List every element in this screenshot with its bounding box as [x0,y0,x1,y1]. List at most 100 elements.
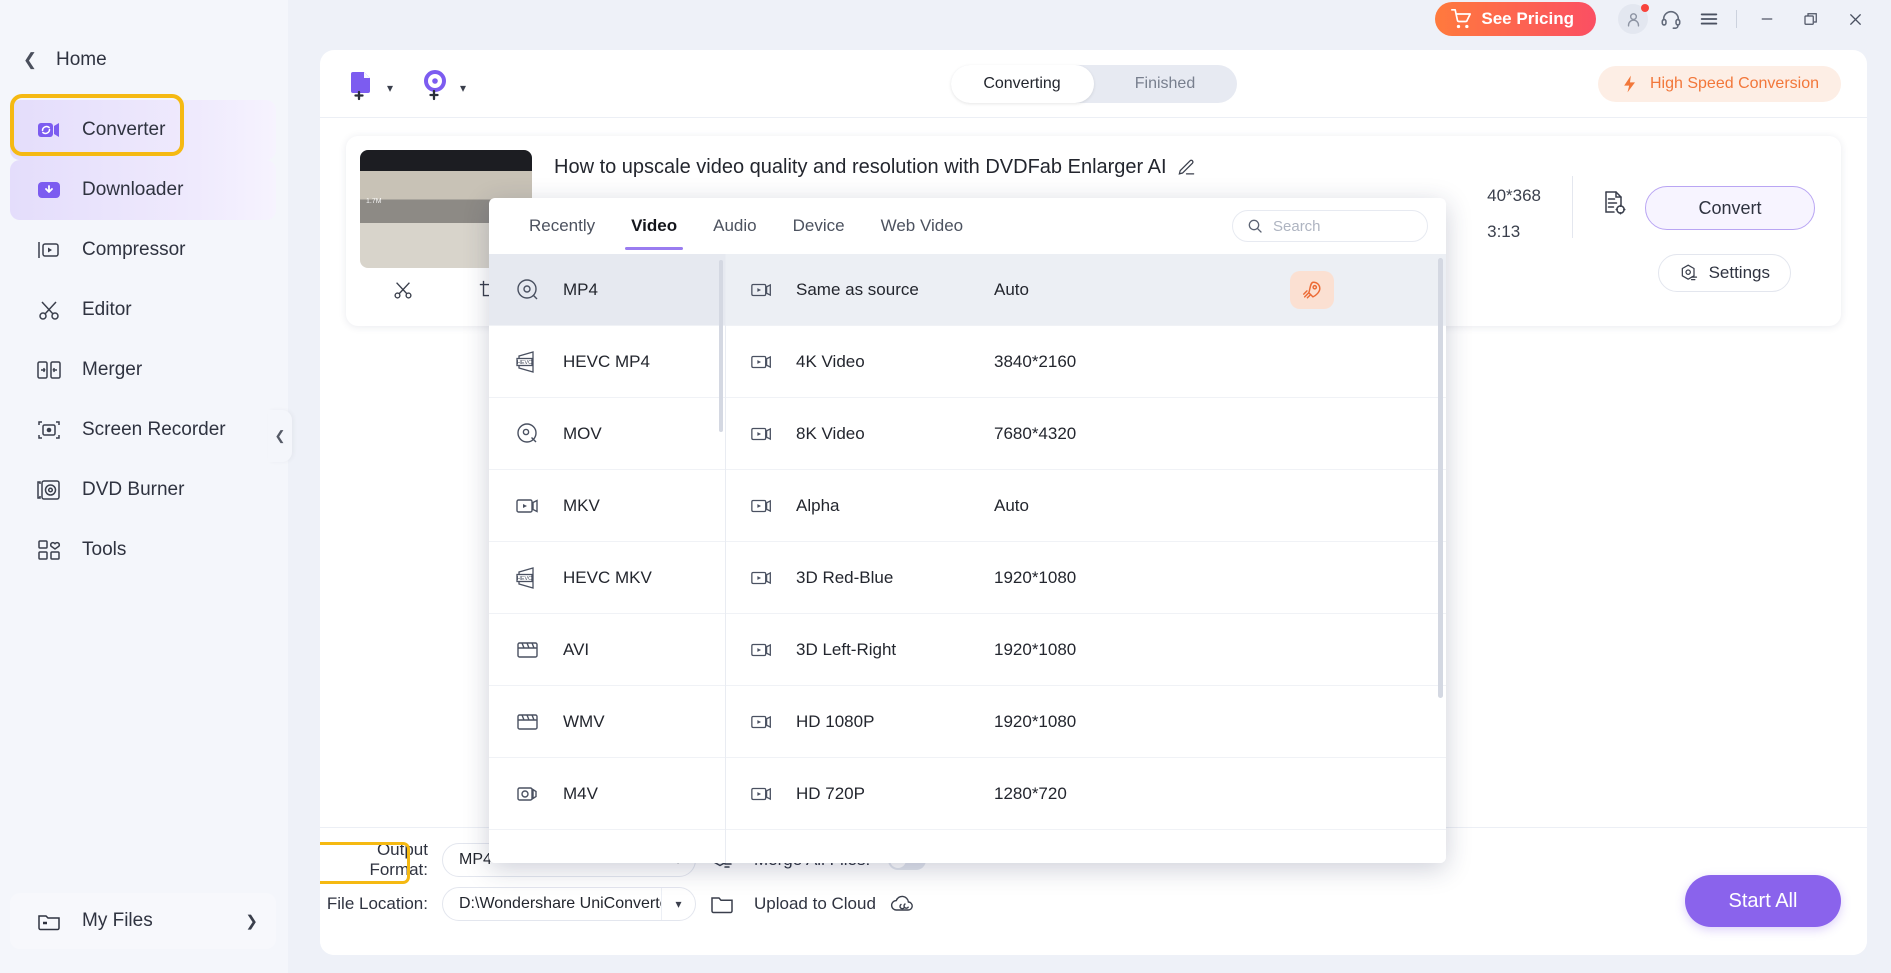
tab-audio[interactable]: Audio [695,206,774,246]
file-title-row: How to upscale video quality and resolut… [554,156,1827,179]
preset-item-8k-video[interactable]: 8K Video 7680*4320 [726,398,1446,470]
sidebar-item-label: Tools [82,539,126,561]
hevc-icon: HEVC [515,349,541,375]
output-format-dropdown: Recently Video Audio Device Web Video Se… [489,198,1446,863]
tab-converting[interactable]: Converting [951,65,1094,103]
m4v-icon [515,781,541,807]
format-item-hevc-mkv[interactable]: HEVC HEVC MKV [489,542,725,614]
headset-icon [1660,8,1682,30]
file-duration: 3:13 [1487,214,1541,250]
tab-video[interactable]: Video [613,206,695,246]
settings-button[interactable]: Settings [1658,254,1791,292]
sidebar-item-label: Compressor [82,239,185,261]
see-pricing-button[interactable]: See Pricing [1435,2,1596,36]
sidebar-item-converter[interactable]: Converter [10,100,276,160]
minimize-button[interactable] [1745,0,1789,38]
sidebar-nav: Converter Downloader Compressor Editor M [0,100,288,580]
add-files-button[interactable]: ▾ [346,67,393,101]
sidebar-item-compressor[interactable]: Compressor [10,220,276,280]
format-item-m4v[interactable]: M4V [489,758,725,830]
video-icon [750,350,774,374]
add-file-icon [346,67,380,101]
sidebar-item-downloader[interactable]: Downloader [10,160,276,220]
scissors-icon [36,297,62,323]
svg-text:HEVC: HEVC [517,576,532,582]
video-icon [750,494,774,518]
chevron-down-icon: ▾ [387,81,393,95]
format-search-box[interactable]: Search [1232,210,1428,242]
tab-web-video[interactable]: Web Video [863,206,982,246]
close-button[interactable] [1833,0,1877,38]
upload-to-cloud-label[interactable]: Upload to Cloud [754,894,876,914]
downloader-icon [36,177,62,203]
sidebar-item-screen-recorder[interactable]: Screen Recorder [10,400,276,460]
tab-finished[interactable]: Finished [1094,65,1237,103]
close-icon [1846,10,1865,29]
home-label: Home [56,49,107,71]
format-item-label: MP4 [563,280,598,300]
account-button[interactable] [1614,0,1652,38]
scissors-icon[interactable] [392,279,414,301]
file-location-row: File Location: D:\Wondershare UniConvert… [320,882,928,926]
add-dvd-button[interactable]: ▾ [419,67,466,101]
format-item-hevc-mp4[interactable]: HEVC HEVC MP4 [489,326,725,398]
rocket-icon[interactable] [1290,271,1334,309]
preset-item-same-as-source[interactable]: Same as source Auto [726,254,1446,326]
doc-settings-icon[interactable] [1599,188,1629,218]
format-item-mov[interactable]: MOV [489,398,725,470]
tab-device[interactable]: Device [775,206,863,246]
format-item-wmv[interactable]: WMV [489,686,725,758]
sidebar-item-merger[interactable]: Merger [10,340,276,400]
format-item-mkv[interactable]: MKV [489,470,725,542]
sidebar-collapse-toggle[interactable]: ❮ [268,410,292,462]
video-icon [750,278,774,302]
preset-item-3d-red-blue[interactable]: 3D Red-Blue 1920*1080 [726,542,1446,614]
format-search-input[interactable]: Search [1273,218,1321,235]
format-item-label: M4V [563,784,598,804]
cloud-icon[interactable] [876,890,928,918]
home-button[interactable]: ❮ Home [0,32,288,88]
converting-finished-tabs: Converting Finished [951,65,1237,103]
merger-icon [36,357,62,383]
convert-button[interactable]: Convert [1645,186,1815,230]
video-icon [750,782,774,806]
format-item-mp4[interactable]: MP4 [489,254,725,326]
sidebar-item-editor[interactable]: Editor [10,280,276,340]
edit-icon[interactable] [1177,158,1196,177]
preset-resolution: Auto [994,280,1029,300]
start-all-button[interactable]: Start All [1685,875,1841,927]
sidebar-item-tools[interactable]: Tools [10,520,276,580]
format-panel-body: MP4 HEVC HEVC MP4 MOV MKV [489,254,1446,863]
preset-list: Same as source Auto 4K Video 3840*2160 8… [726,254,1446,863]
folder-open-icon[interactable] [696,891,748,917]
format-item-label: WMV [563,712,605,732]
preset-item-4k-video[interactable]: 4K Video 3840*2160 [726,326,1446,398]
menu-button[interactable] [1690,0,1728,38]
format-panel-header: Recently Video Audio Device Web Video Se… [489,198,1446,254]
high-speed-conversion-button[interactable]: High Speed Conversion [1598,66,1841,102]
preset-item-hd-720p[interactable]: HD 720P 1280*720 [726,758,1446,830]
preset-name: 3D Left-Right [796,640,994,660]
sidebar-item-dvd-burner[interactable]: DVD Burner [10,460,276,520]
tools-icon [36,537,62,563]
folder-icon [36,908,62,934]
format-item-avi[interactable]: AVI [489,614,725,686]
tab-recently[interactable]: Recently [511,206,613,246]
thumbnail-badge: 1.7M [366,198,382,205]
format-list-scrollbar[interactable] [719,260,723,432]
restore-button[interactable] [1789,0,1833,38]
file-location-select[interactable]: D:\Wondershare UniConverter 1 ▾ [442,887,696,921]
file-title: How to upscale video quality and resolut… [554,156,1167,179]
sidebar-item-label: DVD Burner [82,479,184,501]
preset-item-alpha[interactable]: Alpha Auto [726,470,1446,542]
output-format-label: Output Format: [320,840,442,880]
settings-label: Settings [1709,263,1770,283]
support-button[interactable] [1652,0,1690,38]
preset-item-3d-left-right[interactable]: 3D Left-Right 1920*1080 [726,614,1446,686]
my-files-label: My Files [82,910,153,932]
preset-item-hd-1080p[interactable]: HD 1080P 1920*1080 [726,686,1446,758]
hamburger-icon [1698,8,1720,30]
preset-list-scrollbar[interactable] [1438,258,1443,698]
notification-dot [1641,4,1649,12]
my-files-button[interactable]: My Files ❯ [10,893,276,949]
